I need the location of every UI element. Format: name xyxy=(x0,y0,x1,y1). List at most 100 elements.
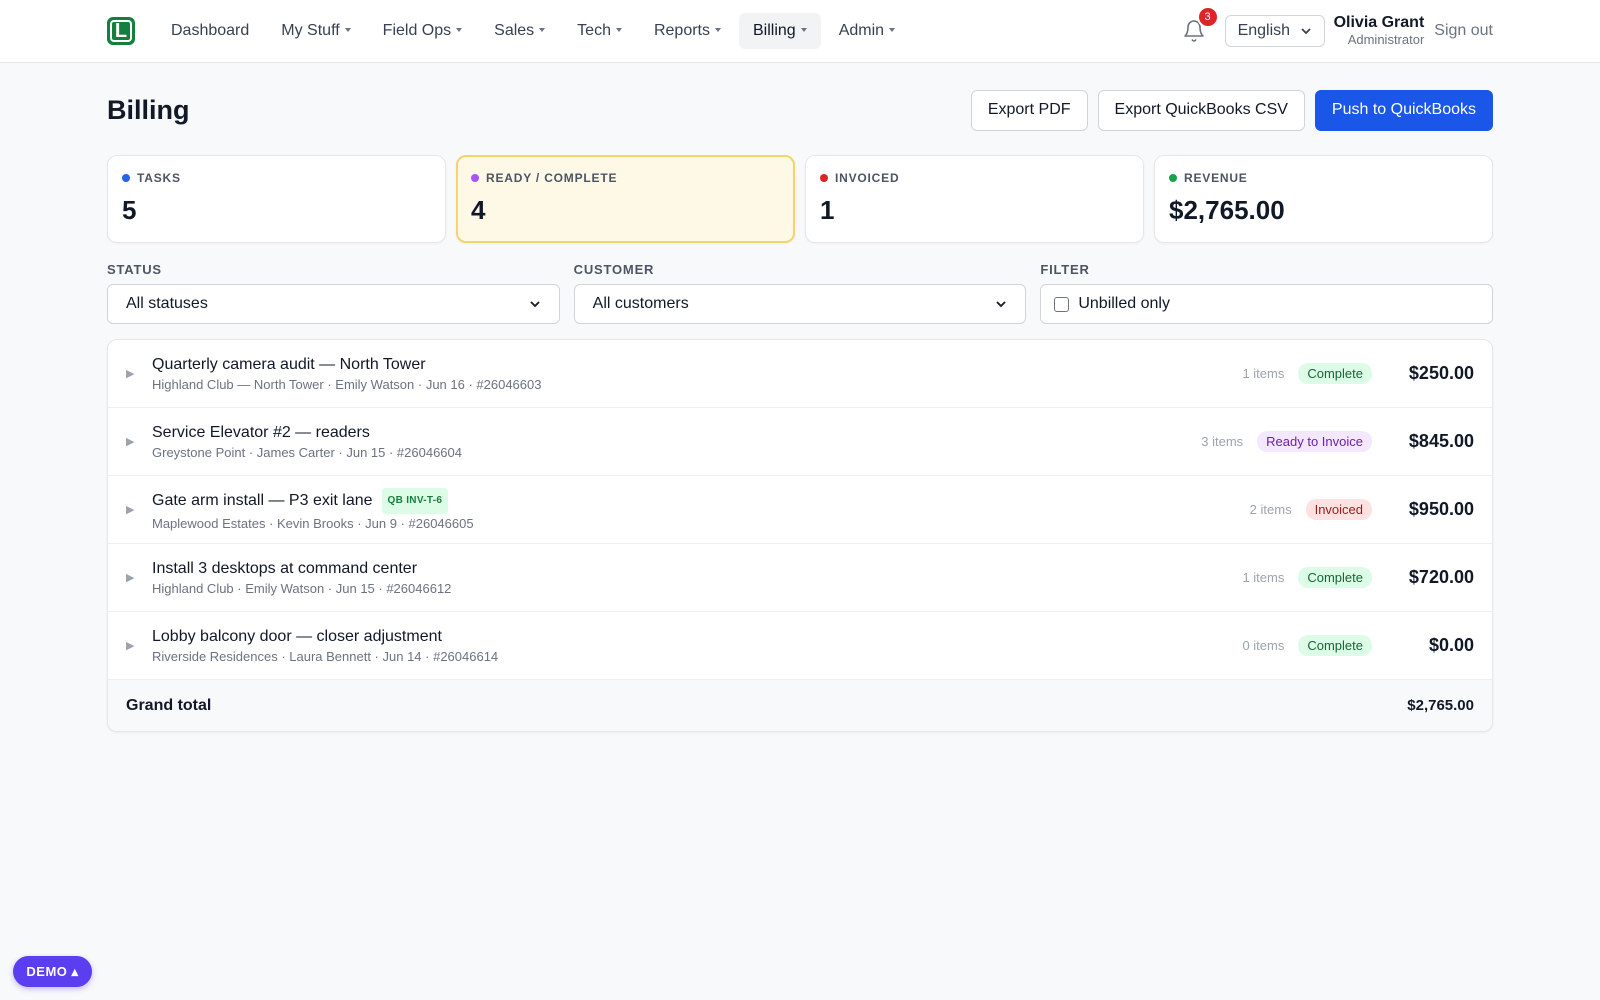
status-filter-label: STATUS xyxy=(107,262,162,277)
nav-menu: Dashboard My Stuff Field Ops Sales Tech … xyxy=(157,13,909,49)
nav-item-label: Billing xyxy=(753,22,796,39)
customer-select-value: All customers xyxy=(592,295,689,312)
task-amount: $720.00 xyxy=(1408,567,1474,587)
task-subtitle: Highland Club — North Tower · Emily Wats… xyxy=(152,376,542,392)
nav-item-label: My Stuff xyxy=(281,22,340,39)
task-amount: $0.00 xyxy=(1428,635,1474,655)
chevron-down-icon xyxy=(530,301,540,308)
caret-down-icon xyxy=(889,27,896,32)
stat-card-revenue[interactable]: REVENUE $2,765.00 xyxy=(1154,155,1493,243)
task-item-count: 1 items xyxy=(1242,570,1285,585)
stat-value: 1 xyxy=(820,195,835,225)
status-badge: Complete xyxy=(1298,635,1372,656)
task-amount: $845.00 xyxy=(1408,431,1474,451)
nav-item-label: Reports xyxy=(653,22,710,39)
stat-card-ready-complete[interactable]: READY / COMPLETE 4 xyxy=(456,155,795,243)
nav-item-label: Dashboard xyxy=(171,22,250,39)
status-select-value: All statuses xyxy=(126,295,208,312)
export-pdf-button[interactable]: Export PDF xyxy=(970,89,1088,131)
notifications-button[interactable]: 3 xyxy=(1179,6,1219,46)
nav-item-label: Field Ops xyxy=(382,22,452,39)
task-row[interactable]: ▶ Gate arm install — P3 exit lane QB INV-… xyxy=(108,476,1492,544)
nav-item-dashboard[interactable]: Dashboard xyxy=(157,13,263,49)
grand-total-amount: $2,765.00 xyxy=(1407,697,1474,714)
task-subtitle: Riverside Residences · Laura Bennett · J… xyxy=(152,648,499,664)
nav-item-admin[interactable]: Admin xyxy=(825,13,909,49)
nav-item-label: Admin xyxy=(838,22,885,39)
task-subtitle: Greystone Point · James Carter · Jun 15 … xyxy=(152,444,462,460)
status-dot xyxy=(122,174,130,182)
stat-label: READY / COMPLETE xyxy=(486,171,618,185)
unbilled-only-checkbox[interactable] xyxy=(1054,296,1070,312)
quickbooks-invoice-badge: QB INV-T-6 xyxy=(381,487,449,514)
stat-card-tasks[interactable]: TASKS 5 xyxy=(107,155,446,243)
task-item-count: 0 items xyxy=(1242,638,1285,653)
task-subtitle: Maplewood Estates · Kevin Brooks · Jun 9… xyxy=(152,515,474,531)
task-title: Quarterly camera audit — North Tower xyxy=(152,355,426,373)
logo-letter: L xyxy=(114,20,128,42)
stat-label: REVENUE xyxy=(1184,171,1248,185)
expand-arrow-icon[interactable]: ▶ xyxy=(126,435,136,448)
filter-label: FILTER xyxy=(1040,262,1090,277)
status-badge: Ready to Invoice xyxy=(1257,431,1372,452)
user-name: Olivia Grant xyxy=(1333,14,1425,31)
caret-down-icon xyxy=(615,27,622,32)
stat-value: 4 xyxy=(471,195,486,225)
status-select[interactable]: All statuses xyxy=(107,284,560,324)
caret-down-icon xyxy=(715,27,721,32)
task-row[interactable]: ▶ Install 3 desktops at command center H… xyxy=(108,544,1492,612)
stat-value: $2,765.00 xyxy=(1169,195,1285,225)
unbilled-only-label: Unbilled only xyxy=(1078,295,1170,312)
status-badge: Invoiced xyxy=(1305,499,1372,520)
notification-count-badge: 3 xyxy=(1196,6,1219,28)
expand-arrow-icon[interactable]: ▶ xyxy=(126,639,136,652)
caret-down-icon xyxy=(539,27,546,32)
nav-item-sales[interactable]: Sales xyxy=(480,13,559,49)
nav-item-tech[interactable]: Tech xyxy=(563,13,636,49)
caret-down-icon xyxy=(456,27,463,32)
nav-item-field-ops[interactable]: Field Ops xyxy=(369,13,476,49)
user-role: Administrator xyxy=(1347,32,1425,47)
stat-card-invoiced[interactable]: INVOICED 1 xyxy=(805,155,1144,243)
chevron-down-icon xyxy=(1300,28,1311,35)
language-value: English xyxy=(1237,22,1291,39)
task-row[interactable]: ▶ Lobby balcony door — closer adjustment… xyxy=(108,612,1492,680)
task-row[interactable]: ▶ Service Elevator #2 — readers Greyston… xyxy=(108,408,1492,476)
export-quickbooks-csv-button[interactable]: Export QuickBooks CSV xyxy=(1097,89,1305,131)
sign-out-link[interactable]: Sign out xyxy=(1434,22,1493,40)
status-dot xyxy=(820,174,828,182)
unbilled-only-toggle[interactable]: Unbilled only xyxy=(1040,284,1494,324)
nav-item-label: Sales xyxy=(494,22,535,39)
caret-down-icon xyxy=(344,27,351,32)
caret-down-icon xyxy=(800,27,807,32)
push-to-quickbooks-button[interactable]: Push to QuickBooks xyxy=(1314,89,1493,131)
nav-item-billing[interactable]: Billing xyxy=(739,13,821,49)
nav-item-label: Tech xyxy=(577,22,611,39)
expand-arrow-icon[interactable]: ▶ xyxy=(126,503,136,516)
grand-total-row: Grand total $2,765.00 xyxy=(108,680,1492,731)
expand-arrow-icon[interactable]: ▶ xyxy=(126,367,136,380)
grand-total-label: Grand total xyxy=(126,696,212,714)
task-title: Service Elevator #2 — readers xyxy=(152,423,370,441)
task-amount: $250.00 xyxy=(1408,363,1474,383)
demo-toggle-button[interactable]: DEMO ▴ xyxy=(13,956,92,987)
task-title: Lobby balcony door — closer adjustment xyxy=(152,627,442,645)
user-info: Olivia Grant Administrator xyxy=(1334,14,1425,48)
status-badge: Complete xyxy=(1298,363,1372,384)
nav-item-reports[interactable]: Reports xyxy=(640,13,735,49)
customer-filter-label: CUSTOMER xyxy=(573,262,655,277)
task-row[interactable]: ▶ Quarterly camera audit — North Tower H… xyxy=(108,340,1492,408)
customer-select[interactable]: All customers xyxy=(573,284,1027,324)
language-select[interactable]: English xyxy=(1224,15,1325,47)
nav-item-my-stuff[interactable]: My Stuff xyxy=(267,13,364,49)
task-subtitle: Highland Club · Emily Watson · Jun 15 · … xyxy=(152,580,452,596)
task-title: Gate arm install — P3 exit lane xyxy=(152,491,373,509)
page-header: Billing Export PDF Export QuickBooks CSV… xyxy=(107,89,1493,131)
task-item-count: 3 items xyxy=(1201,434,1244,449)
stat-value: 5 xyxy=(122,195,137,225)
chevron-down-icon xyxy=(996,301,1006,308)
app-logo[interactable]: L xyxy=(107,17,135,45)
status-badge: Complete xyxy=(1298,567,1372,588)
expand-arrow-icon[interactable]: ▶ xyxy=(126,571,136,584)
task-title: Install 3 desktops at command center xyxy=(152,559,418,577)
